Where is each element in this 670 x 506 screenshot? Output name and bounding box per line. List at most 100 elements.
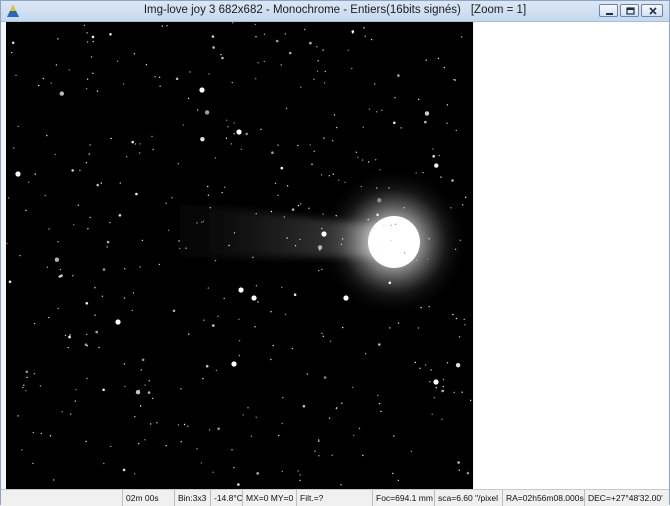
star xyxy=(352,32,354,34)
star xyxy=(328,175,330,177)
star xyxy=(300,86,302,88)
star xyxy=(286,185,289,187)
star xyxy=(424,111,430,116)
star xyxy=(208,73,210,75)
star xyxy=(203,319,205,321)
image-viewport[interactable] xyxy=(6,22,473,489)
star xyxy=(89,144,91,146)
star xyxy=(430,369,432,371)
star xyxy=(8,197,10,199)
star xyxy=(217,427,220,431)
star xyxy=(353,434,355,437)
star xyxy=(110,445,112,448)
star xyxy=(376,213,379,217)
bright-star xyxy=(321,231,327,237)
star xyxy=(323,82,326,84)
star xyxy=(209,207,211,209)
star xyxy=(188,333,190,335)
star xyxy=(228,244,230,247)
star xyxy=(281,470,283,473)
star xyxy=(458,336,461,338)
star xyxy=(89,216,91,219)
star xyxy=(23,384,25,386)
star xyxy=(466,471,470,475)
star xyxy=(376,187,378,189)
star xyxy=(221,191,223,194)
star xyxy=(432,148,434,150)
star xyxy=(446,362,449,364)
star xyxy=(393,121,396,125)
star xyxy=(392,472,394,475)
star xyxy=(383,225,385,227)
star xyxy=(374,83,376,85)
star xyxy=(183,423,186,426)
star xyxy=(302,404,306,408)
star xyxy=(360,185,362,188)
star xyxy=(390,224,392,226)
star xyxy=(461,36,463,38)
star xyxy=(336,407,338,409)
star xyxy=(49,435,52,437)
star xyxy=(17,125,19,128)
star xyxy=(85,162,88,164)
star xyxy=(340,484,342,486)
star xyxy=(250,435,253,437)
star xyxy=(177,424,180,426)
star xyxy=(231,449,233,451)
star xyxy=(299,479,301,482)
star xyxy=(221,56,224,60)
star xyxy=(180,388,182,390)
star xyxy=(379,169,381,171)
star xyxy=(156,422,158,424)
close-button[interactable] xyxy=(641,4,663,17)
star xyxy=(428,306,430,308)
star xyxy=(311,163,313,165)
star xyxy=(22,386,24,389)
star xyxy=(92,40,94,43)
star xyxy=(377,198,382,203)
star xyxy=(351,67,353,70)
minimize-button[interactable] xyxy=(599,4,618,17)
star xyxy=(242,414,244,416)
star xyxy=(233,133,235,135)
star xyxy=(123,297,126,299)
star xyxy=(54,153,56,156)
star xyxy=(275,39,279,43)
star xyxy=(25,370,29,374)
star xyxy=(316,70,319,72)
star xyxy=(138,389,140,391)
star xyxy=(318,270,320,272)
star xyxy=(92,72,94,74)
star xyxy=(182,124,185,126)
star xyxy=(42,77,45,80)
star xyxy=(145,64,148,66)
star xyxy=(64,334,67,337)
star xyxy=(306,373,308,375)
star xyxy=(19,254,21,257)
star xyxy=(297,204,300,207)
star xyxy=(442,378,445,381)
star xyxy=(317,60,319,62)
star xyxy=(284,33,287,35)
window-controls xyxy=(599,4,663,17)
star xyxy=(308,207,310,209)
star xyxy=(373,227,375,229)
star xyxy=(427,258,429,260)
star xyxy=(98,346,100,349)
star xyxy=(205,364,209,368)
star xyxy=(461,391,463,393)
star xyxy=(247,407,249,409)
star xyxy=(33,373,36,375)
restore-button[interactable] xyxy=(620,4,639,17)
star xyxy=(106,246,108,248)
star xyxy=(465,196,467,198)
star xyxy=(341,402,343,404)
star xyxy=(123,363,126,365)
star xyxy=(212,324,215,327)
title-bar[interactable]: Img-love joy 3 682x682 - Monochrome - En… xyxy=(1,1,669,22)
star xyxy=(318,440,320,443)
star xyxy=(152,397,154,400)
star xyxy=(134,143,137,145)
window-title: Img-love joy 3 682x682 - Monochrome - En… xyxy=(1,4,669,16)
star xyxy=(397,74,400,77)
